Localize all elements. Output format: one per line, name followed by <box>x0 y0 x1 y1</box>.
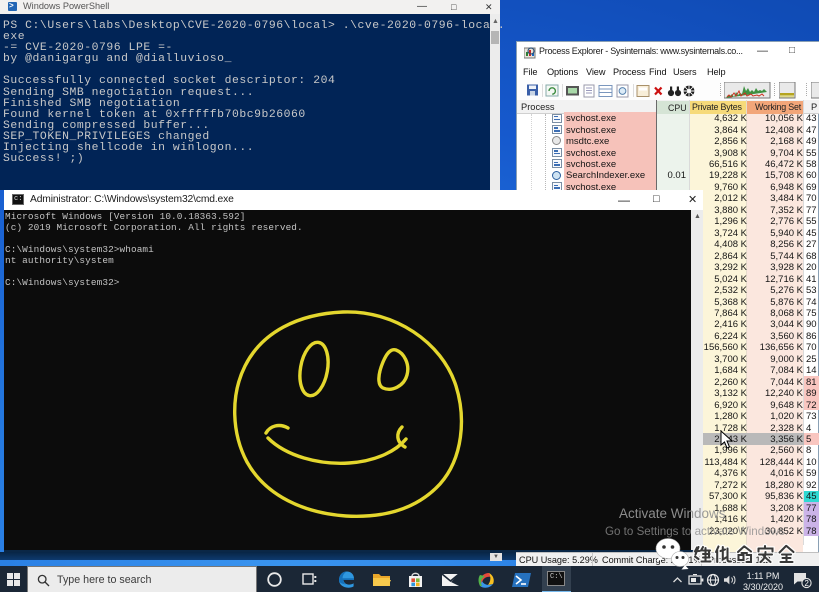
svg-text:2: 2 <box>805 579 809 588</box>
